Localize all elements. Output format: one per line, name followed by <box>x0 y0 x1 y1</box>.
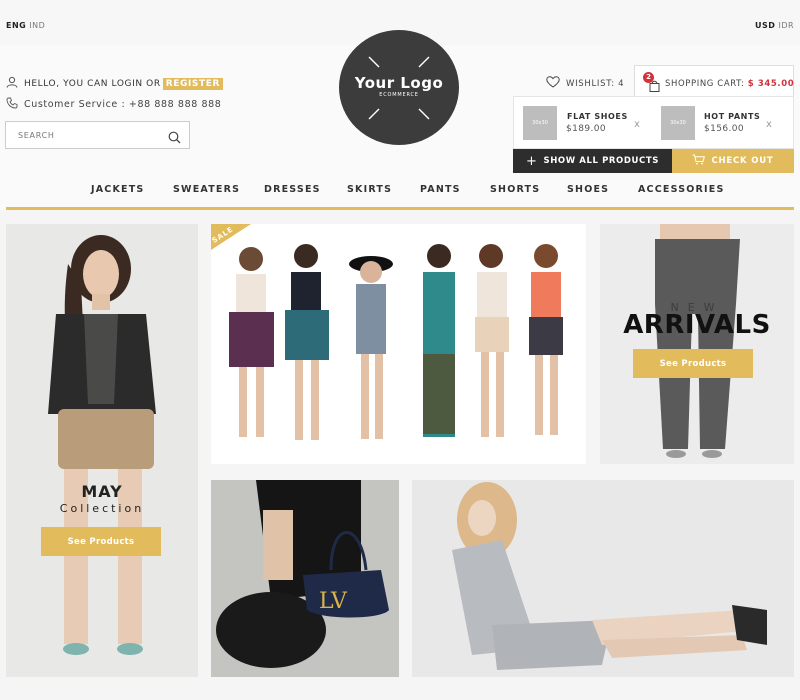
promo-handbag[interactable]: LV <box>211 480 399 677</box>
logo-subtitle: ECOMMERCE <box>379 92 419 98</box>
currency-idr[interactable]: IDR <box>778 21 794 30</box>
model-reclining-photo <box>452 482 767 670</box>
promo-arrivals-title: ARRIVALS <box>623 310 771 340</box>
cart-item-name[interactable]: FLAT SHOES <box>567 112 628 121</box>
model-photo <box>48 235 156 655</box>
cart-item-price: $189.00 <box>566 124 607 134</box>
cart-item-remove-button[interactable]: x <box>634 119 640 130</box>
wishlist-link[interactable]: WISHLIST: 4 <box>546 76 624 91</box>
promo-may-subtitle: Collection <box>59 502 145 515</box>
nav-item-shoes[interactable]: SHOES <box>567 184 609 195</box>
promo-may-title: MAY <box>81 482 123 501</box>
customer-service: Customer Service : +88 888 888 888 <box>6 97 221 112</box>
promo-may-see-products-button[interactable]: See Products <box>41 527 161 556</box>
cart-item-thumbnail: 30x30 <box>523 106 557 140</box>
language-switcher[interactable]: ENG IND <box>6 21 45 30</box>
group-photo <box>211 224 563 440</box>
nav-divider <box>6 207 794 210</box>
currency-usd[interactable]: USD <box>755 21 775 30</box>
shopping-cart[interactable]: 2 SHOPPING CART: $ 345.00 <box>634 65 794 97</box>
checkout-label: CHECK OUT <box>711 156 774 166</box>
cart-icon <box>692 154 706 168</box>
cart-label-text: SHOPPING CART: <box>665 79 745 89</box>
cart-total: $ 345.00 <box>747 79 795 89</box>
logo-title: Your Logo <box>354 74 444 92</box>
nav-item-sweaters[interactable]: SWEATERS <box>173 184 240 195</box>
handbag-photo: LV <box>211 480 399 677</box>
phone-icon <box>6 97 18 112</box>
search-input[interactable] <box>6 122 156 148</box>
show-all-products-button[interactable]: + SHOW ALL PRODUCTS <box>513 149 672 173</box>
service-text: Customer Service : +88 888 888 888 <box>24 99 222 110</box>
plus-icon: + <box>526 153 538 169</box>
search-box <box>5 121 190 149</box>
cart-dropdown: 30x30 FLAT SHOES $189.00 x 30x30 HOT PAN… <box>513 96 794 149</box>
site-logo[interactable]: Your Logo ECOMMERCE <box>339 30 459 145</box>
nav-item-jackets[interactable]: JACKETS <box>91 184 144 195</box>
search-icon[interactable] <box>168 129 181 148</box>
register-link[interactable]: REGISTER <box>162 77 224 90</box>
lang-ind[interactable]: IND <box>29 21 45 30</box>
cart-item-thumbnail: 30x30 <box>661 106 695 140</box>
nav-item-dresses[interactable]: DRESSES <box>264 184 321 195</box>
cart-item-name[interactable]: HOT PANTS <box>704 112 760 121</box>
nav-item-accessories[interactable]: ACCESSORIES <box>638 184 725 195</box>
promo-may-collection[interactable]: MAY Collection See Products <box>6 224 198 677</box>
checkout-button[interactable]: CHECK OUT <box>672 149 794 173</box>
show-all-label: SHOW ALL PRODUCTS <box>543 156 659 166</box>
main-nav: JACKETS SWEATERS DRESSES SKIRTS PANTS SH… <box>0 180 800 200</box>
nav-item-skirts[interactable]: SKIRTS <box>347 184 392 195</box>
nav-item-shorts[interactable]: SHORTS <box>490 184 540 195</box>
currency-switcher[interactable]: USD IDR <box>755 21 794 30</box>
promo-sale-banner[interactable]: SALE <box>211 224 586 464</box>
wishlist-label: WISHLIST: 4 <box>566 78 625 89</box>
lang-eng[interactable]: ENG <box>6 21 26 30</box>
heart-icon <box>546 76 560 91</box>
svg-text:LV: LV <box>319 589 348 614</box>
cart-item-price: $156.00 <box>704 124 745 134</box>
jeans-photo <box>655 224 740 458</box>
promo-arrivals-see-products-button[interactable]: See Products <box>633 349 753 378</box>
cart-label: SHOPPING CART: $ 345.00 <box>665 79 794 89</box>
nav-item-pants[interactable]: PANTS <box>420 184 461 195</box>
login-prompt: HELLO, YOU CAN LOGIN OR REGISTER <box>6 76 224 91</box>
cart-count-badge: 2 <box>643 72 654 83</box>
promo-dress[interactable] <box>412 480 794 677</box>
cart-item-remove-button[interactable]: x <box>766 119 772 130</box>
login-text[interactable]: HELLO, YOU CAN LOGIN OR <box>24 79 161 89</box>
promo-new-arrivals[interactable]: NEW ARRIVALS See Products <box>600 224 794 464</box>
user-icon <box>6 76 18 91</box>
